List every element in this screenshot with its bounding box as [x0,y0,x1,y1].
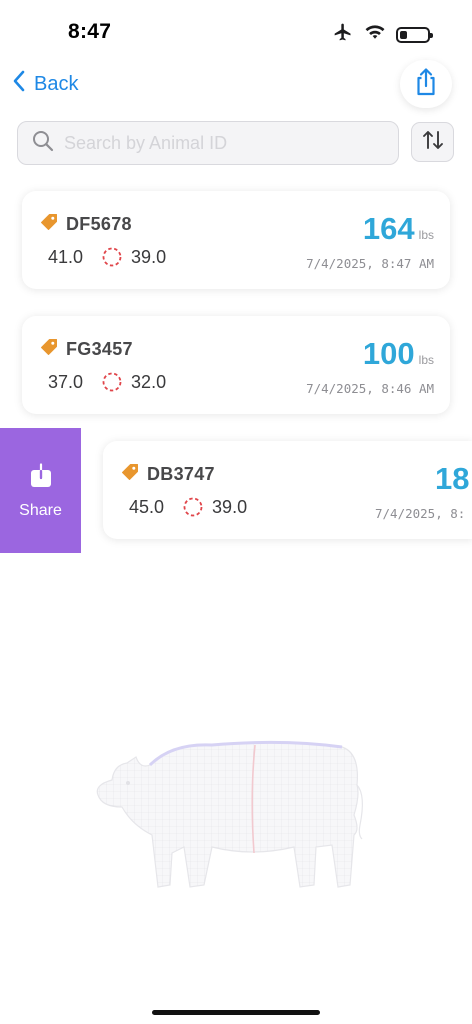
search-icon [32,130,54,157]
measure-b: 39.0 [212,496,248,517]
battery-icon [396,26,433,43]
wifi-icon [364,23,386,46]
back-label: Back [34,72,79,95]
search-box[interactable] [17,121,399,165]
back-button[interactable]: Back [12,68,78,100]
status-time: 8:47 [68,20,112,43]
weight-unit: lbs [418,353,434,367]
record-timestamp: 7/4/2025, 8: [375,506,466,521]
status-bar: 8:47 [0,0,472,62]
share-icon [413,67,439,102]
sort-icon [421,129,445,156]
measure-b: 32.0 [131,371,167,392]
measure-a: 41.0 [48,246,84,267]
pig-illustration [92,735,372,905]
tag-icon [121,463,139,486]
weight-value: 100 [362,336,415,371]
chevron-left-icon [12,70,26,98]
girth-circle-icon [182,496,204,518]
record-timestamp: 7/4/2025, 8:47 AM [306,256,434,271]
girth-circle-icon [101,371,123,393]
weight-value: 164 [362,211,415,246]
airplane-icon [332,22,354,47]
status-icons [332,22,433,47]
swipe-share-label: Share [19,501,62,519]
animal-id: DF5678 [66,214,132,234]
animal-id: DB3747 [147,464,215,484]
weight-value: 18 [435,461,470,496]
sort-button[interactable] [411,122,454,162]
share-icon [29,462,53,493]
record-card[interactable]: DB3747 45.0 39.0 18 7/4/2025, 8: [103,441,472,539]
tag-icon [40,213,58,236]
record-timestamp: 7/4/2025, 8:46 AM [306,381,434,396]
measure-b: 39.0 [131,246,167,267]
swipe-share-action[interactable]: Share [0,428,81,553]
animal-id: FG3457 [66,339,133,359]
home-indicator [152,1010,320,1015]
girth-circle-icon [101,246,123,268]
tag-icon [40,338,58,361]
measure-a: 45.0 [129,496,165,517]
record-card[interactable]: FG3457 37.0 32.0 100 lbs 7/4/2025, 8:46 … [22,316,450,414]
share-button[interactable] [400,60,452,108]
search-input[interactable] [64,132,364,154]
measure-a: 37.0 [48,371,84,392]
record-card[interactable]: DF5678 41.0 39.0 164 lbs 7/4/2025, 8:47 … [22,191,450,289]
weight-unit: lbs [418,228,434,242]
